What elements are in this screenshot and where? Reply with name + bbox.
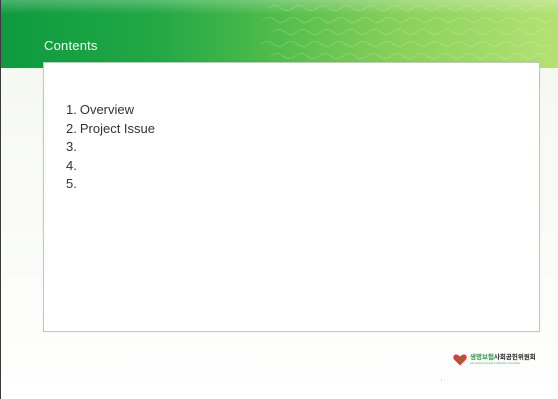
content-box: 1. Overview 2. Project Issue 3. 4. 5. xyxy=(43,62,540,332)
logo-name: 생명보험사회공헌위원회 xyxy=(470,354,536,362)
toc-number: 3. xyxy=(66,139,77,154)
toc-item-3: 3. xyxy=(66,138,155,157)
logo-name-part1: 생명보험 xyxy=(470,354,494,361)
decorative-dot xyxy=(441,380,442,381)
logo-subtitle: Life Insurance Social Contribution Commi… xyxy=(470,361,521,365)
toc-number: 2. xyxy=(66,120,77,136)
header-texture xyxy=(260,5,552,59)
slide-title: Contents xyxy=(44,38,98,53)
table-of-contents: 1. Overview 2. Project Issue 3. 4. 5. xyxy=(66,101,155,194)
toc-item-2: 2. Project Issue xyxy=(66,120,155,139)
committee-logo: 생명보험사회공헌위원회 Life Insurance Social Contri… xyxy=(453,354,536,366)
toc-text: Overview xyxy=(79,102,135,117)
toc-text: Project Issue xyxy=(79,120,155,136)
heart-icon xyxy=(453,354,467,366)
logo-name-part2: 사회공헌위원회 xyxy=(493,354,536,361)
header-band: Contents xyxy=(1,0,558,68)
toc-number: 4. xyxy=(66,157,77,173)
toc-number: 5. xyxy=(66,176,77,191)
toc-item-1: 1. Overview xyxy=(66,101,155,120)
slide: Contents 1. Overview 2. Project Issue 3. 4… xyxy=(0,0,558,399)
logo-text-group: 생명보험사회공헌위원회 Life Insurance Social Contri… xyxy=(470,354,536,365)
toc-item-4: 4. xyxy=(66,157,155,176)
toc-number: 1. xyxy=(66,102,77,117)
toc-item-5: 5. xyxy=(66,175,155,194)
